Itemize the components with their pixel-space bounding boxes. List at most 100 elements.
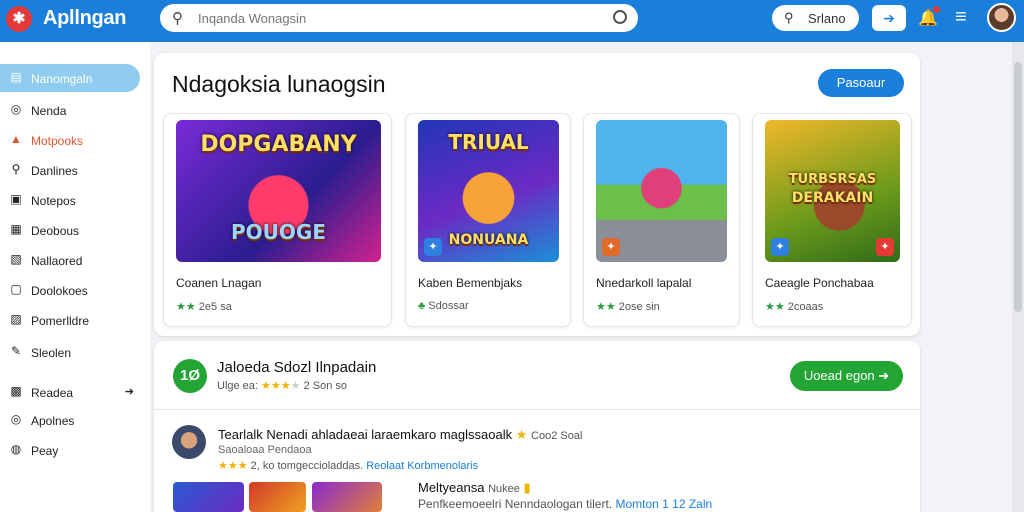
section-title: Ndagoksia lunaogsin [172,71,386,97]
sidebar-item-pomerlldre[interactable]: ▨ Pomerlldre [0,306,140,334]
sidebar-item-peay[interactable]: ◍ Peay [0,436,140,464]
game-art-title: DOPGABANY [200,132,357,157]
game-rating: ♣ Sdossar [418,300,469,312]
app-meta: Ulge ea: ★★★★ 2 Son so [217,379,347,392]
forward-button[interactable]: ➔ [872,5,906,31]
download-button[interactable]: Uoead egon ➔ [790,361,903,391]
game-card[interactable]: ✦ Nnedarkoll lapalal ★★ 2ose sin [583,113,740,327]
divider [154,409,920,410]
sidebar-item-deobous[interactable]: ▦ Deobous [0,216,140,244]
app-detail-section: 1Ø Jaloeda Sdozl Ilnpadain Ulge ea: ★★★★… [154,341,920,512]
sidebar-item-label: Deobous [31,224,80,238]
review-meta-text: 2, ko tomgeccioladdas. [250,460,364,472]
screenshot-thumbnail[interactable] [312,482,382,512]
game-card[interactable]: TRIUAL NONUANA ✦ Kaben Bemenbjaks ♣ Sdos… [405,113,571,327]
pin-icon: ⚲ [784,10,794,25]
sidebar-item-doolokoes[interactable]: ▢ Doolokoes [0,276,140,304]
game-rating: ★★ 2coaas [765,300,823,313]
sidebar-item-icon: ▢ [10,282,22,296]
platform-icon: ✦ [876,238,894,256]
sidebar-item-icon: ⚲ [11,162,21,176]
rating-stars: ♣ [418,300,426,312]
review-title-text: Tearlalk Nenadi ahladaeai laraemkaro mag… [218,427,513,442]
search-input[interactable] [198,8,578,28]
rating-value: 2ose sin [618,301,660,313]
sidebar-item-motpooks[interactable]: ▲ Motpooks [0,126,140,154]
sidebar-item-apolnes[interactable]: ◎ Apolnes [0,406,140,434]
game-name: Kaben Bemenbjaks [418,276,523,290]
review-meta: ★★★ 2, ko tomgeccioladdas. Reolaat Korbm… [218,459,478,472]
rating-value: Sdossar [428,300,469,312]
review-author: Saoaloaa Pendaoa [218,444,312,456]
scrollbar[interactable] [1012,42,1024,512]
notifications-icon[interactable]: 🔔 [918,6,940,28]
rating-stars: ★★ [596,301,616,313]
sidebar-item-nallaored[interactable]: ▧ Nallaored [0,246,140,274]
search-bar[interactable]: ⚲ [160,4,638,32]
star-icon: ★ [515,427,528,442]
review-title: Tearlalk Nenadi ahladaeai laraemkaro mag… [218,427,582,443]
rating-stars-empty: ★ [290,380,301,392]
menu-icon[interactable]: ≡ [955,7,975,27]
app-name[interactable]: Apllngan [43,7,126,30]
review-date: Coo2 Soal [531,430,583,442]
rating-stars: ★★★ [218,460,248,472]
app-icon: 1Ø [173,359,207,393]
top-bar: ✱ Apllngan ⚲ ⚲ Srlano ➔ 🔔 ≡ [0,0,1024,42]
game-art-title: TURBSRSAS [788,172,877,187]
scrollbar-thumb[interactable] [1014,62,1022,312]
sidebar-item-label: Sleolen [31,346,72,360]
sidebar-item-icon: ▣ [10,192,22,206]
review-body: Penfkeemoeelri Nenndaologan tilert. Momt… [418,497,712,511]
reviewer-avatar [172,425,206,459]
sidebar-item-icon: ◍ [10,442,22,456]
sidebar-item-label: Apolnes [31,414,75,428]
sidebar-item-label: Peay [31,444,59,458]
screenshot-thumbnail[interactable] [173,482,244,512]
voice-search-icon[interactable] [613,10,627,24]
review-link[interactable]: Momton 1 12 Zaln [615,497,712,511]
location-button-label: Srlano [808,11,846,26]
game-art: TRIUAL NONUANA ✦ [418,120,559,262]
sidebar-item-icon: ▧ [10,252,22,266]
game-name: Coanen Lnagan [176,276,262,290]
sidebar-item-icon: ▤ [10,70,22,84]
sidebar-item-sleolen[interactable]: ✎ Sleolen [0,338,140,366]
sidebar-item-icon: ◎ [10,412,22,426]
sidebar-item-label: Nenda [31,104,67,118]
review-link[interactable]: Reolaat Korbmenolaris [366,460,478,472]
sidebar-item-nenda[interactable]: ◎ Nenda [0,96,140,124]
rating-value: 2coaas [787,301,824,313]
screenshot-thumbnail[interactable] [249,482,306,512]
sidebar-item-icon: ✎ [10,344,22,358]
platform-icon: ✦ [424,238,442,256]
rating-stars: ★★★ [261,380,291,392]
sidebar-item-label: Motpooks [31,134,84,148]
featured-action-button[interactable]: Pasoaur [818,69,904,97]
app-logo-icon[interactable]: ✱ [6,6,32,32]
game-art: ✦ [596,120,727,262]
chevron-right-icon: ➔ [124,386,134,398]
location-button[interactable]: ⚲ Srlano [772,5,859,31]
sidebar-item-notepos[interactable]: ▣ Notepos [0,186,140,214]
sidebar-item-label: Doolokoes [31,284,88,298]
sidebar-item-icon: ▲ [10,132,22,146]
sidebar: ▤ Nanomgaln ◎ Nenda ▲ Motpooks ⚲ Danlines ▣ Notep… [0,42,150,512]
user-avatar[interactable] [987,3,1016,32]
sidebar-item-icon: ▩ [10,384,22,398]
app-meta-prefix: Ulge ea: [217,380,258,392]
search-icon: ⚲ [172,10,183,27]
game-card[interactable]: DOPGABANY POUOGE Coanen Lnagan ★★ 2e5 sa [163,113,392,327]
sidebar-item-danlines[interactable]: ⚲ Danlines [0,156,140,184]
sidebar-item-nanomgaln[interactable]: ▤ Nanomgaln [0,64,140,92]
rating-value: 2 Son so [303,380,347,392]
sidebar-item-readea[interactable]: ▩ Readea ➔ [0,378,140,406]
sidebar-item-icon: ▦ [10,222,22,236]
sidebar-item-label: Nallaored [31,254,83,268]
game-card[interactable]: TURBSRSAS DERAKAIN ✦ ✦ Caeagle Ponchabaa… [752,113,912,327]
rating-stars: ★★ [176,301,196,313]
sidebar-item-label: Danlines [31,164,78,178]
game-art-subtitle: DERAKAIN [791,190,874,206]
review-tag: Nukee [488,483,520,495]
platform-icon: ✦ [602,238,620,256]
